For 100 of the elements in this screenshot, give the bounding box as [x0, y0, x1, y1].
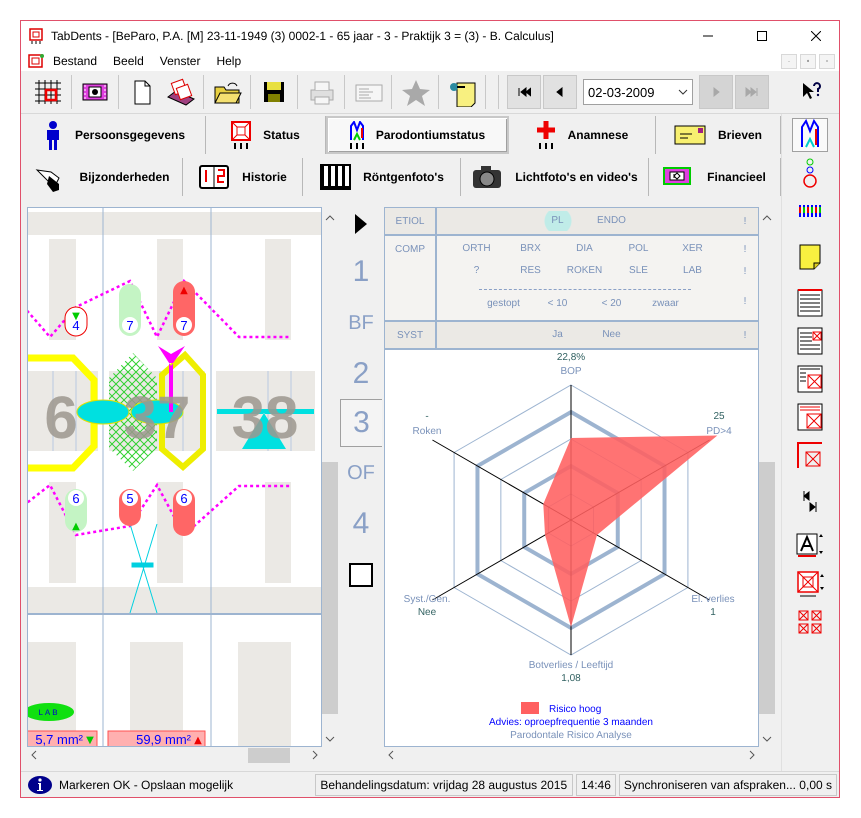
box-icon [231, 121, 252, 149]
axis-label: Roken [412, 426, 442, 437]
tab[interactable]: Brieven [656, 116, 781, 154]
risk-option[interactable]: zwaar [638, 294, 692, 314]
legend-label: Risico hoog [549, 704, 602, 715]
tab[interactable]: Lichtfoto's en video's [461, 158, 649, 196]
teeth-icon [798, 203, 822, 219]
menu-item[interactable]: Help [208, 54, 250, 68]
skip-forward-icon [745, 87, 759, 97]
tab[interactable]: Anamnese [509, 116, 656, 154]
sextant-tab[interactable]: OF [340, 447, 382, 499]
pocket-marker: 7 ▲ [173, 281, 195, 336]
window-title: TabDents - [BeParo, P.A. [M] 23-11-1949 (3) 0002-1 - 65 jaar - 3 - Praktijk 3 = (3) - B. Calculus] [51, 29, 555, 43]
chevron-down-icon [678, 89, 688, 95]
risk-option[interactable]: SLE [612, 261, 666, 281]
area-reading: 5,7 mm² ▼ [28, 730, 98, 746]
risk-option[interactable]: ORTH [450, 239, 504, 259]
app-icon [29, 28, 43, 44]
risk-option[interactable]: ? [450, 261, 504, 281]
risk-option[interactable]: Ja [530, 325, 584, 345]
tab[interactable]: Status [206, 116, 326, 154]
pocket-marker: 7 [119, 284, 141, 336]
risk-option[interactable]: gestopt [476, 294, 530, 314]
status-text: Behandelingsdatum: vrijdag 28 augustus 2015 [320, 778, 568, 792]
advice-text: Advies: oproepfrequentie 3 maanden [489, 717, 653, 728]
axis-value: 25 [713, 411, 725, 422]
tab[interactable]: Historie [183, 158, 303, 196]
checkbox[interactable] [349, 563, 373, 587]
tab[interactable]: Financieel [649, 158, 781, 196]
lab-marker: LAB [28, 703, 74, 721]
scrollbar-thumb[interactable] [322, 462, 338, 714]
risk-option[interactable]: XER [666, 239, 720, 259]
colored-tooth-icon [350, 121, 364, 149]
chevron-down-icon [762, 736, 772, 742]
flag-mark[interactable]: ! [732, 296, 758, 306]
sextant-tab[interactable]: BF [340, 297, 382, 349]
row-label: SYST [385, 322, 437, 348]
date-dropdown[interactable]: 02-03-2009 [583, 79, 693, 105]
xray-teeth-icon [319, 162, 352, 192]
risk-option[interactable]: ROKEN [558, 261, 612, 281]
skip-back-icon [517, 87, 531, 97]
grid-icon [33, 77, 63, 107]
circles-icon [803, 158, 817, 188]
menu-item[interactable]: Beeld [105, 54, 152, 68]
axis-label: BOP [560, 366, 582, 377]
risk-option[interactable]: DIA [558, 239, 612, 259]
pocket-marker: 6 ▲ [65, 489, 87, 532]
tab[interactable]: Bijzonderheden [23, 158, 183, 196]
flag-mark[interactable]: ! [732, 330, 758, 340]
sextant-tab[interactable]: 4 [340, 499, 382, 549]
chevron-right-icon [749, 750, 755, 760]
axis-label: PD>4 [706, 426, 732, 437]
colored-tooth-button[interactable] [792, 118, 828, 152]
first-button[interactable] [507, 75, 541, 109]
flag-mark[interactable]: ! [732, 244, 758, 254]
info-icon [27, 774, 53, 794]
flag-mark[interactable]: ! [732, 216, 758, 226]
risk-option[interactable]: LAB [666, 261, 720, 281]
risk-option[interactable]: POL [612, 239, 666, 259]
risk-option[interactable]: < 10 [530, 294, 584, 314]
plus-icon [536, 121, 556, 149]
pocket-marker: 5 [119, 489, 141, 526]
scrollbar-thumb[interactable] [759, 462, 775, 714]
close-icon [811, 31, 821, 41]
tab[interactable]: Röntgenfoto's [303, 158, 461, 196]
flag-mark[interactable]: ! [732, 266, 758, 276]
scrollbar-thumb[interactable] [248, 748, 290, 763]
tab[interactable]: Parodontiumstatus [326, 116, 509, 154]
risk-option[interactable]: < 20 [584, 294, 638, 314]
row-label: COMP [385, 236, 437, 320]
axis-label: Botverlies / Leeftijd [528, 660, 614, 671]
risk-option[interactable]: BRX [504, 239, 558, 259]
tab[interactable]: Persoonsgegevens [23, 116, 206, 154]
book-icon [198, 162, 230, 192]
date-value: 02-03-2009 [588, 84, 654, 100]
chevron-left-icon [388, 750, 394, 760]
risk-option[interactable]: RES [504, 261, 558, 281]
axis-value: Nee [418, 607, 436, 618]
axis-label: El. verlies [691, 594, 735, 605]
chevron-down-icon [325, 736, 335, 742]
chevron-right-icon [312, 750, 318, 760]
sextant-tab[interactable]: 2 [340, 349, 382, 399]
area-reading: 59,9 mm² ▲ [108, 730, 206, 746]
menu-item[interactable]: Venster [152, 54, 208, 68]
risk-option[interactable]: Nee [584, 325, 638, 345]
chevron-up-icon [762, 215, 772, 221]
menu-item[interactable]: Bestand [45, 54, 106, 68]
sextant-tab[interactable]: 3 [340, 399, 382, 447]
risk-option[interactable]: ENDO [584, 211, 638, 231]
axis-value: 22,8% [556, 352, 586, 363]
previous-button[interactable] [543, 75, 577, 109]
pocket-marker: 6 [173, 489, 195, 536]
chevron-left-icon [31, 750, 37, 760]
card-stack-icon [165, 77, 195, 107]
sextant-tab[interactable]: 1 [340, 247, 382, 297]
maximize-icon [757, 31, 767, 41]
status-text: Synchroniseren van afspraken... 0,00 s [624, 778, 832, 792]
play-icon [354, 213, 368, 235]
chevron-up-icon [325, 215, 335, 221]
pocket-marker: 4 ▼ [64, 306, 88, 336]
